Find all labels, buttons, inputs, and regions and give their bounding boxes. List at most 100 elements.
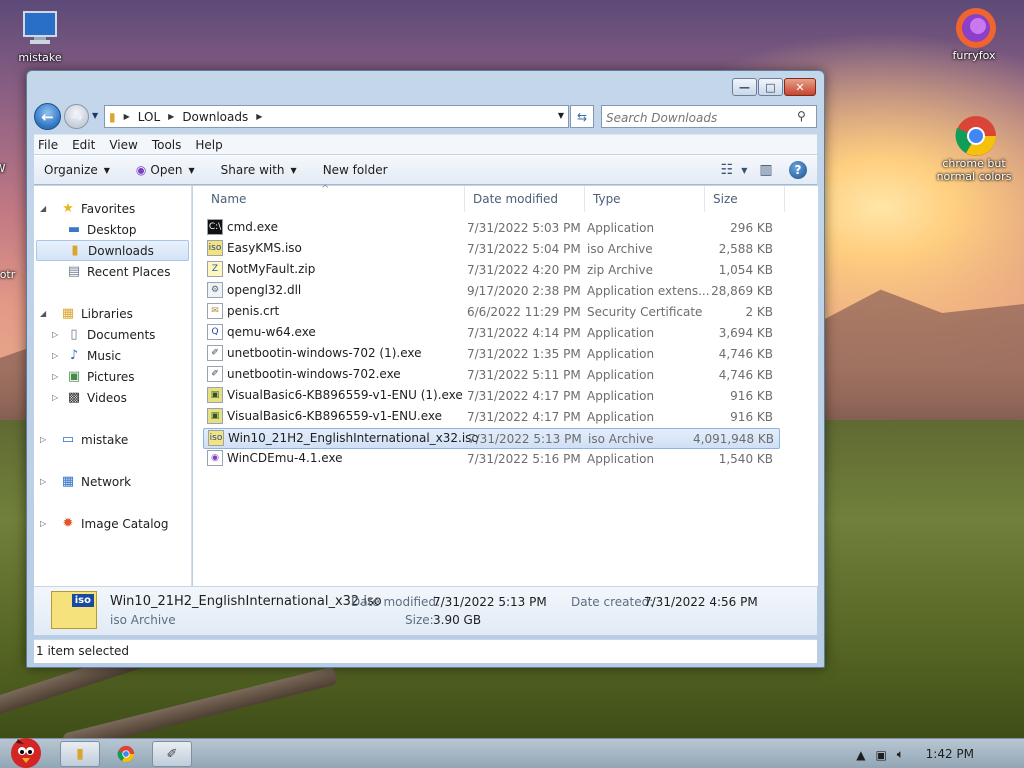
file-name-cell[interactable]: Z NotMyFault.zip [207, 261, 315, 277]
file-row[interactable]: iso Win10_21H2_EnglishInternational_x32.i… [203, 428, 780, 449]
preview-pane-button[interactable]: ▥ [757, 161, 775, 179]
nav-documents[interactable]: ▷ ▯ Documents [34, 324, 191, 345]
file-name-cell[interactable]: ▣ VisualBasic6-KB896559-v1-ENU.exe [207, 408, 442, 424]
maximize-button[interactable]: □ [758, 78, 783, 96]
search-icon[interactable]: ⚲ [797, 109, 806, 123]
nav-music[interactable]: ▷ ♪ Music [34, 345, 191, 366]
address-bar[interactable]: ▮ ▶ LOL ▶ Downloads ▶ ▼ [104, 105, 569, 128]
file-name-cell[interactable]: ✉ penis.crt [207, 303, 279, 319]
column-header-size[interactable]: Size [705, 186, 785, 212]
collapsed-triangle-icon[interactable]: ▷ [40, 477, 46, 486]
file-date-cell: 7/31/2022 5:16 PM [467, 452, 581, 466]
file-name-cell[interactable]: ▣ VisualBasic6-KB896559-v1-ENU (1).exe [207, 387, 463, 403]
file-name-cell[interactable]: iso Win10_21H2_EnglishInternational_x32.i… [208, 430, 479, 446]
file-row[interactable]: ✐ unetbootin-windows-702.exe 7/31/2022 5:1… [203, 365, 780, 386]
file-name-cell[interactable]: ◉ WinCDEmu-4.1.exe [207, 450, 343, 466]
back-button[interactable]: ← [34, 103, 61, 130]
file-name: cmd.exe [227, 220, 279, 234]
menu-view[interactable]: View [109, 138, 137, 152]
menu-edit[interactable]: Edit [72, 138, 95, 152]
nav-downloads[interactable]: ▮ Downloads [36, 240, 189, 261]
nav-desktop[interactable]: ▬ Desktop [34, 219, 191, 240]
show-hidden-icons-icon[interactable]: ▲ [856, 748, 865, 762]
refresh-button[interactable]: ⇆ [570, 105, 594, 128]
taskbar-explorer[interactable]: ▮ [60, 741, 100, 767]
start-button[interactable] [4, 731, 48, 768]
chevron-right-icon[interactable]: ▶ [168, 112, 174, 121]
recent-pages-dropdown[interactable]: ▼ [92, 111, 98, 120]
wincdemu-icon: ◉ [207, 450, 223, 466]
share-with-button[interactable]: Share with ▼ [221, 163, 297, 177]
file-row[interactable]: iso EasyKMS.iso 7/31/2022 5:04 PM iso Archi… [203, 239, 780, 260]
nav-libraries[interactable]: ◢ ▦ Libraries [34, 303, 191, 324]
column-label: Name [211, 192, 247, 206]
collapsed-triangle-icon[interactable]: ▷ [52, 330, 58, 339]
file-name-cell[interactable]: C:\ cmd.exe [207, 219, 278, 235]
address-dropdown-icon[interactable]: ▼ [558, 111, 564, 120]
view-options-button[interactable]: ☷ ▼ [721, 161, 748, 179]
menu-help[interactable]: Help [195, 138, 222, 152]
file-name-cell[interactable]: ✐ unetbootin-windows-702 (1).exe [207, 345, 422, 361]
organize-button[interactable]: Organize ▼ [44, 163, 110, 177]
collapsed-triangle-icon[interactable]: ▷ [40, 435, 46, 444]
help-button[interactable]: ? [789, 161, 807, 179]
nav-label: Downloads [88, 243, 154, 258]
expanded-triangle-icon[interactable]: ◢ [40, 309, 46, 318]
desktop-icon-chrome[interactable]: chrome but normal colors [934, 114, 1014, 183]
file-row[interactable]: ▣ VisualBasic6-KB896559-v1-ENU.exe 7/31/20… [203, 407, 780, 428]
chevron-down-icon: ▼ [188, 165, 195, 175]
iso-file-large-icon: iso [51, 591, 97, 629]
network-icon[interactable]: ▣ [875, 748, 886, 762]
file-name-cell[interactable]: ⚙ opengl32.dll [207, 282, 301, 298]
column-header-type[interactable]: Type [585, 186, 705, 212]
file-row[interactable]: C:\ cmd.exe 7/31/2022 5:03 PM Application 29… [203, 218, 780, 239]
close-button[interactable]: ✕ [784, 78, 816, 96]
breadcrumb-downloads[interactable]: Downloads [182, 110, 248, 124]
file-name-cell[interactable]: ✐ unetbootin-windows-702.exe [207, 366, 401, 382]
column-header-name[interactable]: Name [203, 186, 465, 212]
collapsed-triangle-icon[interactable]: ▷ [40, 519, 46, 528]
chevron-down-icon: ▼ [290, 165, 297, 175]
file-row[interactable]: ✉ penis.crt 6/6/2022 11:29 PM Security Cert… [203, 302, 780, 323]
breadcrumb-lol[interactable]: LOL [138, 110, 160, 124]
collapsed-triangle-icon[interactable]: ▷ [52, 351, 58, 360]
chevron-right-icon[interactable]: ▶ [124, 112, 130, 121]
nav-computer[interactable]: ▷ ▭ mistake [34, 429, 191, 450]
system-tray: ▲ ▣ 🔈︎ [856, 747, 904, 762]
open-button[interactable]: ◉ Open ▼ [136, 163, 195, 177]
file-name-cell[interactable]: iso EasyKMS.iso [207, 240, 302, 256]
taskbar-chrome[interactable] [106, 741, 146, 767]
minimize-button[interactable]: — [732, 78, 757, 96]
collapsed-triangle-icon[interactable]: ▷ [52, 372, 58, 381]
forward-button[interactable]: → [64, 104, 89, 129]
desktop-icon-furryfox[interactable]: furryfox [934, 6, 1014, 62]
file-list[interactable]: ^ Name Date modified Type Size C:\ cmd.ex… [193, 184, 818, 613]
chevron-right-icon[interactable]: ▶ [256, 112, 262, 121]
new-folder-button[interactable]: New folder [323, 163, 388, 177]
search-input[interactable] [601, 105, 817, 128]
file-row[interactable]: ◉ WinCDEmu-4.1.exe 7/31/2022 5:16 PM Applic… [203, 449, 780, 470]
desktop-icon-computer[interactable]: mistake [0, 8, 80, 64]
volume-icon[interactable]: 🔈︎ [897, 747, 904, 762]
title-bar[interactable]: — □ ✕ [27, 71, 824, 101]
nav-recent-places[interactable]: ▤ Recent Places [34, 261, 191, 282]
file-row[interactable]: ⚙ opengl32.dll 9/17/2020 2:38 PM Applicatio… [203, 281, 780, 302]
nav-videos[interactable]: ▷ ▩ Videos [34, 387, 191, 408]
clock[interactable]: 1:42 PM [926, 747, 974, 761]
collapsed-triangle-icon[interactable]: ▷ [52, 393, 58, 402]
nav-favorites[interactable]: ◢ ★ Favorites [34, 198, 191, 219]
file-row[interactable]: Z NotMyFault.zip 7/31/2022 4:20 PM zip Arch… [203, 260, 780, 281]
column-header-date[interactable]: Date modified [465, 186, 585, 212]
explorer-window[interactable]: — □ ✕ ← → ▼ ▮ ▶ LOL ▶ Downloads ▶ ▼ ⇆ ⚲ … [26, 70, 825, 668]
menu-file[interactable]: File [38, 138, 58, 152]
taskbar-unetbootin[interactable]: ✐ [152, 741, 192, 767]
file-row[interactable]: ✐ unetbootin-windows-702 (1).exe 7/31/2022… [203, 344, 780, 365]
menu-tools[interactable]: Tools [152, 138, 182, 152]
file-row[interactable]: ▣ VisualBasic6-KB896559-v1-ENU (1).exe 7/3… [203, 386, 780, 407]
nav-image-catalog[interactable]: ▷ ✹ Image Catalog [34, 513, 191, 534]
nav-pictures[interactable]: ▷ ▣ Pictures [34, 366, 191, 387]
nav-network[interactable]: ▷ ▦ Network [34, 471, 191, 492]
expanded-triangle-icon[interactable]: ◢ [40, 204, 46, 213]
file-row[interactable]: Qqemu-w64.exe 7/31/2022 4:14 PM Applicatio… [203, 323, 780, 344]
file-name-cell[interactable]: Qqemu-w64.exe [207, 324, 316, 340]
